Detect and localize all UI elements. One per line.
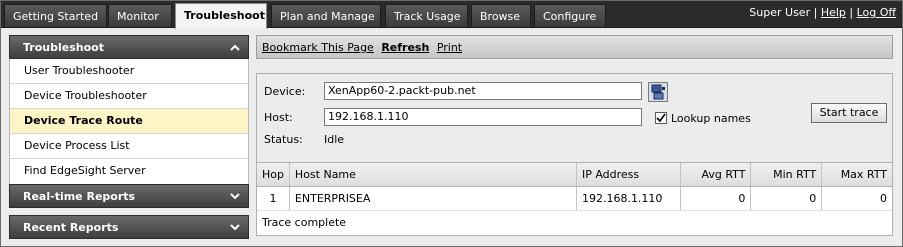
- separator: |: [849, 6, 854, 19]
- start-trace-button[interactable]: Start trace: [811, 103, 887, 123]
- column-header-max-rtt[interactable]: Max RTT: [822, 163, 892, 186]
- tab-monitor[interactable]: Monitor: [108, 4, 172, 27]
- top-nav: Getting Started Monitor Troubleshoot Pla…: [1, 1, 902, 29]
- section-title: Real-time Reports: [23, 190, 136, 203]
- status-label: Status:: [264, 133, 303, 146]
- main-content: Bookmark This Page Refresh Print Device:…: [256, 35, 893, 236]
- device-label: Device:: [264, 85, 306, 98]
- column-header-min-rtt[interactable]: Min RTT: [751, 163, 823, 186]
- lookup-names-checkbox[interactable]: [655, 112, 667, 124]
- sidebar-item-device-trace-route[interactable]: Device Trace Route: [10, 109, 248, 134]
- trace-status-footer: Trace complete: [262, 216, 347, 229]
- sidebar-list: User Troubleshooter Device Troubleshoote…: [9, 59, 249, 184]
- separator: |: [813, 6, 818, 19]
- status-value: Idle: [324, 133, 345, 146]
- log-off-link[interactable]: Log Off: [857, 6, 896, 19]
- cell-max-rtt: 0: [880, 192, 888, 205]
- column-header-avg-rtt[interactable]: Avg RTT: [681, 163, 752, 186]
- divider: [9, 208, 249, 215]
- table-row[interactable]: 1 ENTERPRISEA 192.168.1.110 0 0 0: [257, 187, 892, 211]
- sidebar-item-user-troubleshooter[interactable]: User Troubleshooter: [10, 59, 248, 84]
- cell-avg-rtt: 0: [681, 187, 752, 210]
- sidebar-section-real-time-reports[interactable]: Real-time Reports: [9, 184, 249, 208]
- refresh-link[interactable]: Refresh: [381, 41, 429, 54]
- trace-table: Hop Host Name IP Address Avg RTT Min RTT…: [256, 162, 893, 236]
- sidebar-item-device-troubleshooter[interactable]: Device Troubleshooter: [10, 84, 248, 109]
- sidebar-item-find-edgesight-server[interactable]: Find EdgeSight Server: [10, 159, 248, 184]
- host-label: Host:: [264, 111, 293, 124]
- tab-getting-started[interactable]: Getting Started: [4, 4, 107, 27]
- chevron-up-icon[interactable]: [228, 36, 242, 58]
- cell-ip-address: 192.168.1.110: [577, 187, 681, 210]
- cell-min-rtt: 0: [751, 187, 823, 210]
- tab-track-usage[interactable]: Track Usage: [385, 4, 468, 27]
- section-title: Troubleshoot: [23, 41, 104, 54]
- table-header: Hop Host Name IP Address Avg RTT Min RTT…: [257, 163, 892, 187]
- page-toolbar: Bookmark This Page Refresh Print: [256, 35, 893, 59]
- device-picker-icon[interactable]: [648, 82, 668, 102]
- tab-troubleshoot[interactable]: Troubleshoot: [175, 3, 267, 29]
- sidebar-item-device-process-list[interactable]: Device Process List: [10, 134, 248, 159]
- device-field[interactable]: XenApp60-2.packt-pub.net: [324, 82, 642, 100]
- sidebar-section-recent-reports[interactable]: Recent Reports: [9, 215, 249, 239]
- user-bar: Super User | Help | Log Off: [749, 6, 896, 19]
- host-field[interactable]: 192.168.1.110: [324, 108, 642, 126]
- app-window: Getting Started Monitor Troubleshoot Pla…: [0, 0, 903, 247]
- tab-browse[interactable]: Browse: [471, 4, 531, 27]
- tab-configure[interactable]: Configure: [534, 4, 606, 27]
- column-header-hop[interactable]: Hop: [257, 163, 290, 186]
- cell-hop: 1: [257, 187, 290, 210]
- user-name: Super User: [749, 6, 811, 19]
- lookup-names-label: Lookup names: [671, 112, 751, 125]
- print-link[interactable]: Print: [437, 41, 462, 54]
- section-title: Recent Reports: [23, 221, 119, 234]
- chevron-down-icon[interactable]: [228, 185, 242, 207]
- bookmark-link[interactable]: Bookmark This Page: [262, 41, 374, 54]
- help-link[interactable]: Help: [821, 6, 846, 19]
- column-header-host-name[interactable]: Host Name: [290, 163, 577, 186]
- sidebar: Troubleshoot User Troubleshooter Device …: [9, 35, 249, 239]
- chevron-down-icon[interactable]: [228, 216, 242, 238]
- column-header-ip-address[interactable]: IP Address: [577, 163, 681, 186]
- cell-host-name: ENTERPRISEA: [290, 187, 577, 210]
- sidebar-section-troubleshoot[interactable]: Troubleshoot: [9, 35, 249, 59]
- tab-plan-and-manage[interactable]: Plan and Manage: [271, 4, 381, 27]
